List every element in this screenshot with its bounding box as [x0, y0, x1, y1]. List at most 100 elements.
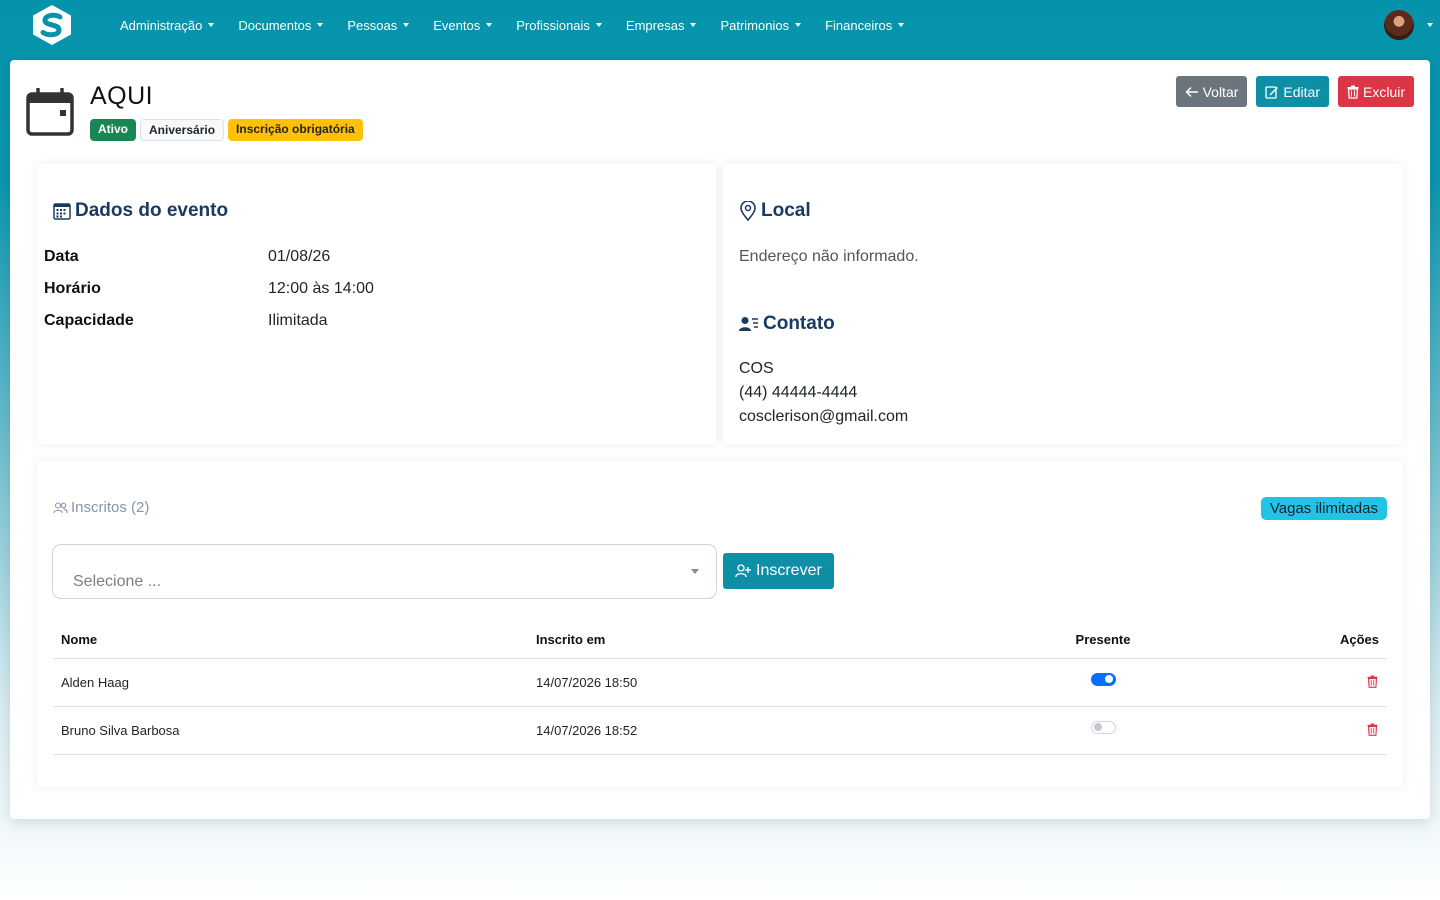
cell-presente: [998, 658, 1208, 707]
location-title: Local: [761, 200, 811, 221]
detail-value: 12:00 às 14:00: [268, 280, 374, 297]
subscribe-button[interactable]: Inscrever: [723, 553, 834, 589]
nav-label: Eventos: [433, 17, 481, 33]
nav-item-documentos[interactable]: Documentos: [238, 17, 324, 33]
contact-heading: Contato: [739, 313, 835, 335]
event-details-card: Dados do evento Data 01/08/26 Horário 12…: [37, 164, 716, 444]
detail-row-capacidade: Capacidade Ilimitada: [44, 312, 328, 330]
subscribers-table: Nome Inscrito em Presente Ações Alden Ha…: [53, 621, 1387, 755]
back-button-label: Voltar: [1202, 83, 1239, 100]
event-details-title: Dados do evento: [75, 200, 229, 221]
trash-icon[interactable]: [1367, 723, 1378, 736]
nav-label: Administração: [120, 17, 203, 33]
subscribe-button-label: Inscrever: [756, 562, 822, 579]
trash-icon: [1347, 85, 1359, 99]
chevron-down-icon: [691, 569, 699, 574]
presence-toggle[interactable]: [1090, 672, 1116, 686]
subscribers-card: Inscritos (2) Vagas ilimitadas Selecione…: [37, 461, 1403, 787]
nav-label: Pessoas: [347, 17, 398, 33]
cell-presente: [998, 706, 1208, 755]
column-header-acoes: Ações: [1208, 621, 1387, 659]
nav-item-pessoas[interactable]: Pessoas: [347, 17, 410, 33]
nav-item-financeiros[interactable]: Financeiros: [825, 17, 905, 33]
cell-inscrito-em: 14/07/2026 18:50: [528, 658, 998, 707]
user-avatar[interactable]: [1384, 10, 1414, 40]
caret-down-icon: [486, 23, 493, 27]
column-header-inscrito-em[interactable]: Inscrito em: [528, 621, 998, 659]
caret-down-icon: [898, 23, 905, 27]
table-row: Alden Haag 14/07/2026 18:50: [53, 658, 1387, 707]
nav-label: Empresas: [625, 17, 685, 33]
people-icon: [53, 501, 68, 513]
caret-down-icon: [690, 23, 697, 27]
page-title: AQUI: [90, 82, 154, 110]
cell-acoes: [1208, 706, 1387, 755]
calendar-grid-icon: [53, 203, 71, 220]
caret-down-icon: [208, 23, 215, 27]
cell-nome: Alden Haag: [53, 658, 528, 707]
nav-item-eventos[interactable]: Eventos: [433, 17, 493, 33]
person-select-placeholder: Selecione ...: [73, 573, 162, 590]
contact-phone: (44) 44444-4444: [739, 384, 858, 401]
subscribers-title: Inscritos (2): [71, 499, 150, 516]
detail-label: Horário: [44, 280, 101, 297]
detail-row-data: Data 01/08/26: [44, 248, 330, 266]
caret-down-icon: [403, 23, 410, 27]
arrow-left-icon: [1185, 86, 1198, 97]
action-buttons: Voltar Editar Excluir: [1167, 76, 1414, 107]
detail-value: 01/08/26: [268, 248, 331, 265]
column-header-nome[interactable]: Nome: [53, 621, 528, 659]
edit-button[interactable]: Editar: [1256, 76, 1329, 107]
table-row: Bruno Silva Barbosa 14/07/2026 18:52: [53, 706, 1387, 755]
presence-toggle[interactable]: [1090, 720, 1116, 734]
person-select[interactable]: Selecione ...: [52, 544, 717, 599]
address-text: Endereço não informado.: [739, 248, 919, 265]
map-pin-icon: [740, 201, 756, 221]
calendar-icon: [26, 88, 74, 136]
nav-item-empresas[interactable]: Empresas: [626, 18, 697, 33]
user-plus-icon: [735, 564, 751, 578]
contact-title: Contato: [763, 313, 835, 334]
location-contact-card: Local Endereço não informado. Contato CO…: [723, 164, 1403, 444]
subscribers-heading: Inscritos (2): [53, 499, 149, 516]
cell-nome: Bruno Silva Barbosa: [53, 706, 528, 755]
nav-label: Patrimonios: [720, 17, 790, 33]
trash-icon[interactable]: [1367, 675, 1378, 688]
back-button[interactable]: Voltar: [1175, 76, 1248, 107]
nav-item-administracao[interactable]: Administração: [120, 17, 215, 33]
detail-value: Ilimitada: [268, 312, 328, 329]
main-panel: AQUI Ativo Aniversário Inscrição obrigat…: [10, 60, 1430, 819]
location-heading: Local: [739, 200, 811, 222]
nav-item-profissionais[interactable]: Profissionais: [516, 18, 602, 33]
delete-button[interactable]: Excluir: [1337, 76, 1414, 107]
cell-inscrito-em: 14/07/2026 18:52: [528, 706, 998, 755]
app-logo-icon[interactable]: [30, 4, 74, 46]
contact-name: COS: [739, 360, 774, 377]
requirement-badge: Inscrição obrigatória: [228, 119, 363, 141]
contact-email: cosclerison@gmail.com: [739, 408, 909, 425]
edit-icon: [1265, 85, 1279, 99]
cell-acoes: [1208, 658, 1387, 707]
contact-card-icon: [739, 317, 758, 331]
column-header-presente[interactable]: Presente: [998, 621, 1208, 659]
status-badge: Ativo: [90, 119, 136, 141]
caret-down-icon: [795, 23, 802, 27]
event-details-heading: Dados do evento: [53, 200, 228, 222]
caret-down-icon: [595, 23, 602, 27]
top-navbar: Administração Documentos Pessoas Eventos…: [0, 0, 1440, 50]
nav-item-patrimonios[interactable]: Patrimonios: [720, 17, 802, 33]
user-menu-caret-icon[interactable]: [1427, 23, 1433, 27]
nav-label: Financeiros: [825, 17, 893, 33]
caret-down-icon: [317, 23, 324, 27]
nav-label: Profissionais: [516, 17, 590, 33]
vacancies-badge: Vagas ilimitadas: [1260, 497, 1387, 520]
detail-label: Capacidade: [44, 312, 134, 329]
type-badge: Aniversário: [140, 119, 225, 141]
toggle-knob: [1104, 675, 1113, 684]
delete-button-label: Excluir: [1362, 83, 1405, 100]
nav-label: Documentos: [238, 17, 312, 33]
detail-label: Data: [44, 248, 79, 265]
event-badges: Ativo Aniversário Inscrição obrigatória: [90, 119, 367, 141]
toggle-knob: [1093, 723, 1102, 732]
main-menu: Administração Documentos Pessoas Eventos…: [120, 0, 928, 50]
